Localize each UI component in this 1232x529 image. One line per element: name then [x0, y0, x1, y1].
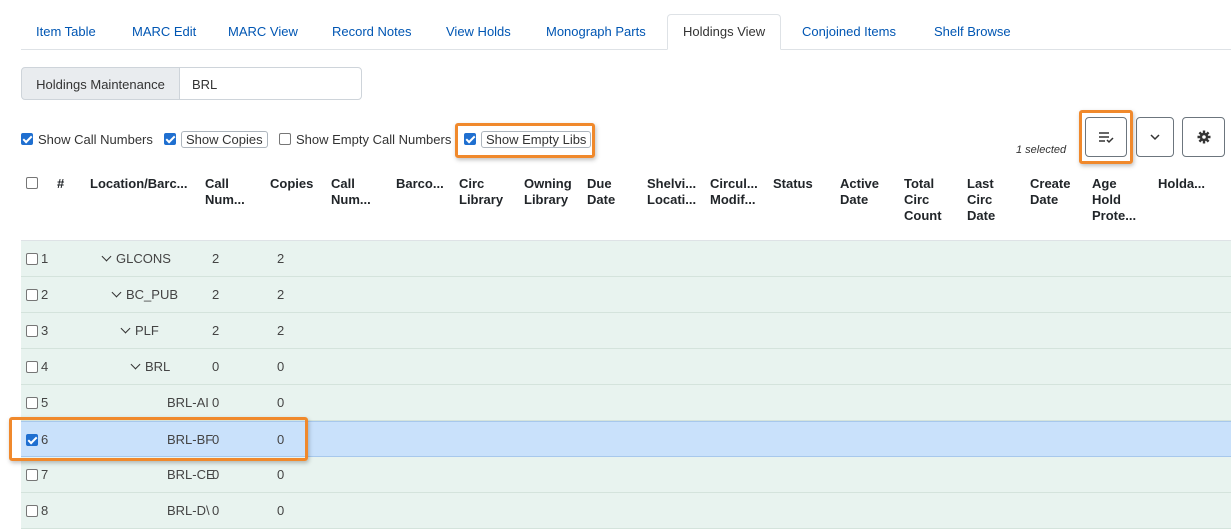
show-empty-call-numbers-checkbox[interactable] [279, 133, 291, 145]
row-location[interactable]: GLCONS [101, 241, 171, 277]
show-copies-checkbox[interactable] [164, 133, 176, 145]
show-call-numbers-option[interactable]: Show Call Numbers [21, 130, 153, 150]
row-number: 8 [41, 503, 49, 518]
table-row[interactable]: 5 BRL-AI 0 0 [21, 385, 1231, 421]
row-copies-count: 0 [277, 467, 285, 482]
holdings-maintenance-label: Holdings Maintenance [21, 67, 180, 100]
gear-icon [1197, 130, 1210, 144]
row-call-num-count: 0 [212, 359, 220, 374]
column-header-total-circ-count[interactable]: Total Circ Count [904, 176, 942, 224]
row-number: 2 [41, 287, 49, 302]
row-checkbox[interactable] [26, 397, 38, 409]
row-copies-count: 0 [277, 503, 285, 518]
show-copies-option[interactable]: Show Copies [164, 130, 268, 150]
row-call-num-count: 0 [212, 395, 220, 410]
tab-record-notes[interactable]: Record Notes [317, 14, 426, 49]
row-copies-count: 2 [277, 287, 285, 302]
row-copies-count: 0 [277, 359, 285, 374]
show-call-numbers-label: Show Call Numbers [38, 132, 153, 147]
row-location[interactable]: PLF [120, 313, 159, 349]
tab-holdings-view[interactable]: Holdings View [667, 14, 782, 50]
column-header-last-circ-date[interactable]: Last Circ Date [967, 176, 995, 224]
row-checkbox[interactable] [26, 289, 38, 301]
show-empty-call-numbers-option[interactable]: Show Empty Call Numbers [279, 130, 451, 150]
column-config-button[interactable] [1182, 117, 1225, 157]
column-header-circ-library[interactable]: Circ Library [459, 176, 503, 208]
column-header-call-num[interactable]: Call Num... [205, 176, 245, 208]
column-header-holdable[interactable]: Holda... [1158, 176, 1205, 192]
row-number: 3 [41, 323, 49, 338]
selected-count: 1 selected [1016, 144, 1067, 156]
row-call-num-count: 2 [212, 251, 220, 266]
row-number: 5 [41, 395, 49, 410]
row-checkbox[interactable] [26, 325, 38, 337]
grid-options-dropdown[interactable] [1136, 117, 1174, 157]
column-header-status[interactable]: Status [773, 176, 813, 192]
row-location[interactable]: BRL-AI [167, 385, 209, 421]
column-header-create-date[interactable]: Create Date [1030, 176, 1070, 208]
column-header-owning-library[interactable]: Owning Library [524, 176, 572, 208]
row-checkbox[interactable] [26, 361, 38, 373]
row-checkbox[interactable] [26, 253, 38, 265]
column-header-call-num-2[interactable]: Call Num... [331, 176, 371, 208]
row-copies-count: 0 [277, 395, 285, 410]
grid-header: # Location/Barc... Call Num... Copies Cal… [21, 168, 1231, 241]
tab-monograph-parts[interactable]: Monograph Parts [531, 14, 661, 49]
row-call-num-count: 2 [212, 287, 220, 302]
chevron-down-icon[interactable] [130, 359, 141, 370]
tab-bar: Item Table MARC Edit MARC View Record No… [21, 14, 1231, 50]
table-row[interactable]: 2 BC_PUB 2 2 [21, 277, 1231, 313]
column-header-location[interactable]: Location/Barc... [90, 176, 188, 192]
highlight-selected-row [9, 417, 308, 461]
column-header-age-hold-protect[interactable]: Age Hold Prote... [1092, 176, 1136, 224]
table-row[interactable]: 4 BRL 0 0 [21, 349, 1231, 385]
tab-marc-view[interactable]: MARC View [213, 14, 313, 49]
chevron-down-icon[interactable] [101, 251, 112, 262]
chevron-down-icon[interactable] [111, 287, 122, 298]
column-header-active-date[interactable]: Active Date [840, 176, 879, 208]
highlight-actions-button [1079, 110, 1133, 164]
chevron-down-icon [1150, 134, 1160, 141]
column-header-barcode[interactable]: Barco... [396, 176, 444, 192]
row-location[interactable]: BRL-CE [167, 457, 215, 493]
highlight-show-empty-libs [455, 123, 595, 158]
row-call-num-count: 0 [212, 467, 220, 482]
tab-shelf-browse[interactable]: Shelf Browse [919, 14, 1026, 49]
show-call-numbers-checkbox[interactable] [21, 133, 33, 145]
row-location[interactable]: BC_PUB [111, 277, 178, 313]
column-header-copies[interactable]: Copies [270, 176, 313, 192]
column-header-circ-modifier[interactable]: Circul... Modif... [710, 176, 758, 208]
tab-marc-edit[interactable]: MARC Edit [117, 14, 211, 49]
row-location[interactable]: BRL-D\ [167, 493, 210, 529]
tab-conjoined-items[interactable]: Conjoined Items [787, 14, 911, 49]
table-row[interactable]: 3 PLF 2 2 [21, 313, 1231, 349]
chevron-down-icon[interactable] [120, 323, 131, 334]
row-number: 1 [41, 251, 49, 266]
column-header-shelving-location[interactable]: Shelvi... Locati... [647, 176, 696, 208]
row-copies-count: 2 [277, 323, 285, 338]
row-number: 4 [41, 359, 49, 374]
row-number: 7 [41, 467, 49, 482]
row-location[interactable]: BRL [130, 349, 170, 385]
tab-item-table[interactable]: Item Table [21, 14, 111, 49]
tab-view-holds[interactable]: View Holds [431, 14, 526, 49]
table-row[interactable]: 1 GLCONS 2 2 [21, 241, 1231, 277]
column-header-num[interactable]: # [57, 176, 64, 192]
row-copies-count: 2 [277, 251, 285, 266]
holdings-org-selector[interactable]: BRL [179, 67, 362, 100]
row-checkbox[interactable] [26, 469, 38, 481]
table-row[interactable]: 7 BRL-CE 0 0 [21, 457, 1231, 493]
show-copies-label: Show Copies [181, 131, 268, 148]
show-empty-call-numbers-label: Show Empty Call Numbers [296, 132, 452, 147]
select-all-checkbox[interactable] [26, 177, 38, 189]
row-call-num-count: 2 [212, 323, 220, 338]
table-row[interactable]: 8 BRL-D\ 0 0 [21, 493, 1231, 529]
row-checkbox[interactable] [26, 505, 38, 517]
row-call-num-count: 0 [212, 503, 220, 518]
column-header-due-date[interactable]: Due Date [587, 176, 615, 208]
